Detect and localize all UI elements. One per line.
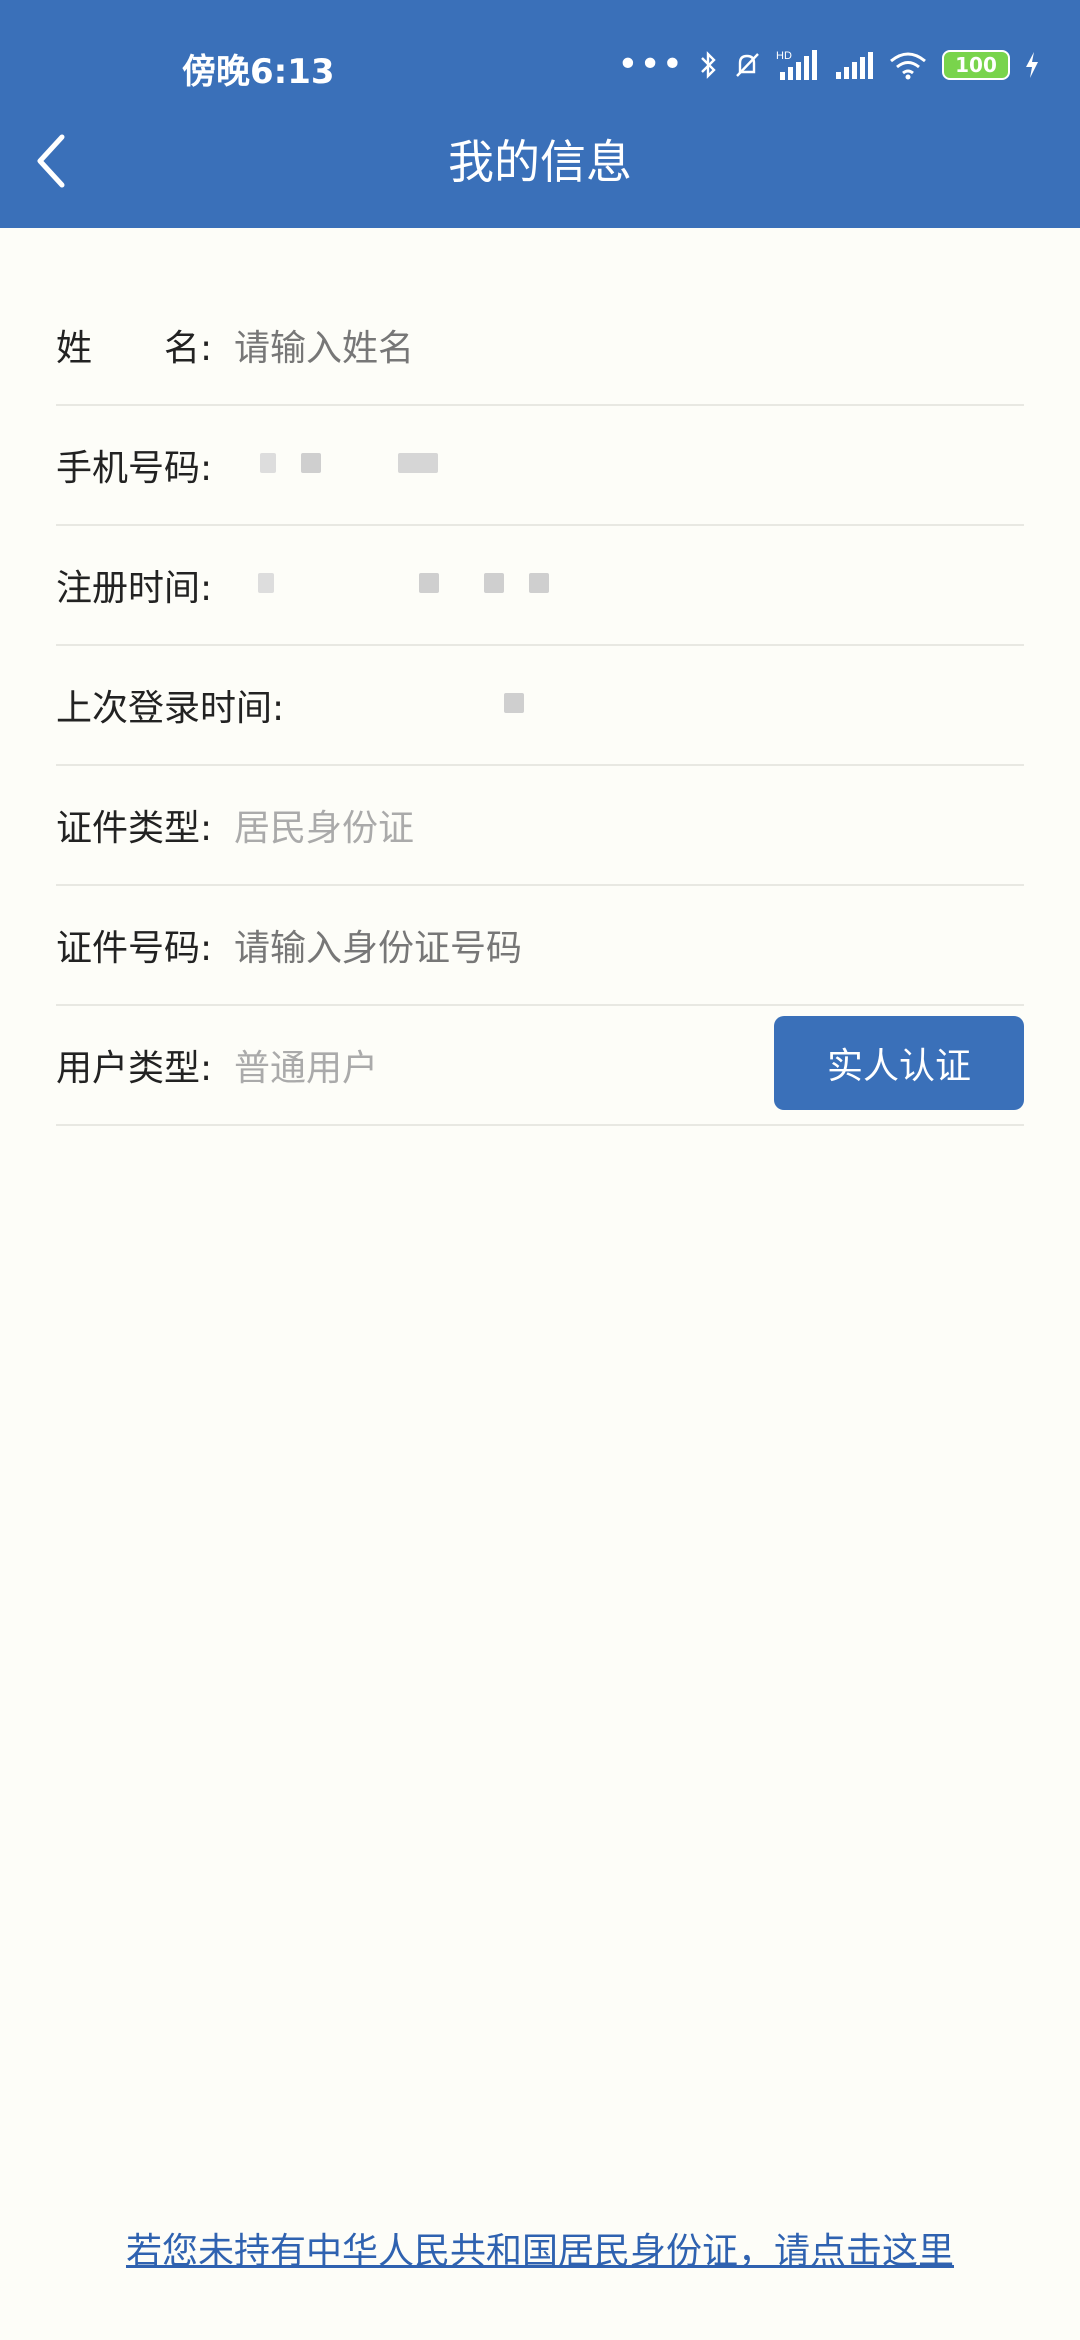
top-header: 傍晚6:13 ••• HD 100 我的信息 bbox=[0, 0, 1080, 228]
id-number-row[interactable]: 证件号码: 请输入身份证号码 bbox=[56, 886, 1024, 1006]
signal-icon bbox=[834, 50, 874, 80]
more-dots-icon: ••• bbox=[617, 44, 684, 85]
id-number-label: 证件号码: bbox=[56, 928, 213, 969]
battery-icon: 100 bbox=[942, 50, 1010, 80]
id-number-input[interactable]: 请输入身份证号码 bbox=[234, 919, 522, 971]
wifi-icon bbox=[888, 50, 928, 80]
phone-row: 手机号码: bbox=[56, 406, 1024, 526]
register-time-value-redacted bbox=[234, 573, 550, 597]
last-login-label: 上次登录时间: bbox=[56, 688, 285, 729]
status-icons: ••• HD 100 bbox=[617, 40, 1040, 90]
info-form: 姓 名: 请输入姓名 手机号码: 注册时间: 上次登录时间: 证件类型: 居民身… bbox=[56, 286, 1024, 1126]
signal-hd-icon: HD bbox=[776, 48, 820, 82]
page-title: 我的信息 bbox=[448, 135, 632, 189]
phone-label: 手机号码: bbox=[56, 448, 213, 489]
name-row[interactable]: 姓 名: 请输入姓名 bbox=[56, 286, 1024, 406]
id-type-value[interactable]: 居民身份证 bbox=[234, 799, 414, 851]
user-type-label: 用户类型: bbox=[56, 1048, 213, 1089]
charging-icon bbox=[1024, 50, 1040, 80]
no-id-card-link[interactable]: 若您未持有中华人民共和国居民身份证，请点击这里 bbox=[0, 2222, 1080, 2274]
name-label: 姓 名: bbox=[56, 328, 213, 369]
id-type-row[interactable]: 证件类型: 居民身份证 bbox=[56, 766, 1024, 886]
name-input[interactable]: 请输入姓名 bbox=[234, 319, 414, 371]
register-time-label: 注册时间: bbox=[56, 568, 213, 609]
hd-text: HD bbox=[776, 50, 792, 62]
id-type-label: 证件类型: bbox=[56, 808, 213, 849]
user-type-value: 普通用户 bbox=[234, 1048, 379, 1089]
status-time: 傍晚6:13 bbox=[182, 52, 335, 92]
user-type-row: 用户类型: 普通用户 实人认证 bbox=[56, 1006, 1024, 1126]
last-login-value-redacted bbox=[298, 693, 525, 717]
last-login-row: 上次登录时间: bbox=[56, 646, 1024, 766]
phone-value-redacted bbox=[234, 453, 439, 477]
register-time-row: 注册时间: bbox=[56, 526, 1024, 646]
mute-bell-icon bbox=[732, 50, 762, 80]
real-person-verify-button[interactable]: 实人认证 bbox=[774, 1016, 1024, 1110]
bluetooth-icon bbox=[698, 50, 718, 80]
